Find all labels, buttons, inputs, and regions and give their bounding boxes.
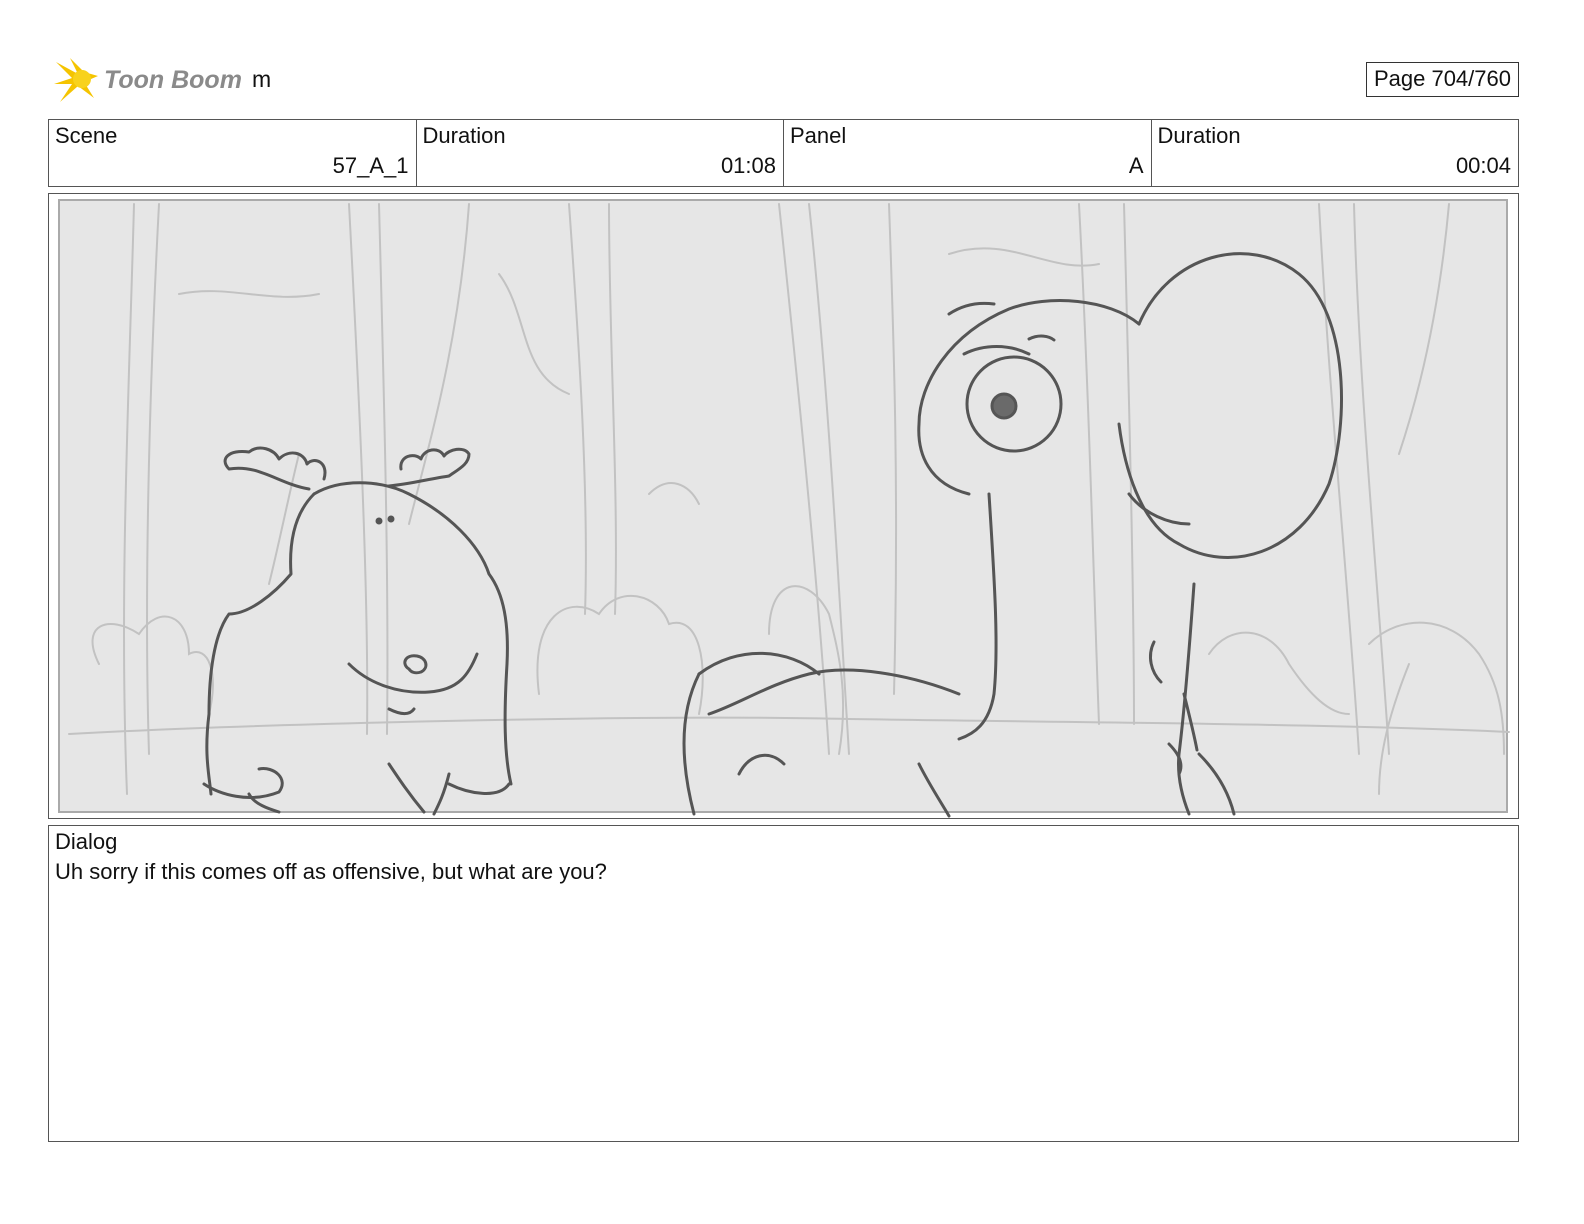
panel-duration-cell: Duration 00:04 (1152, 120, 1519, 186)
panel-duration-label: Duration (1157, 123, 1241, 148)
scene-duration-value: 01:08 (720, 153, 776, 178)
logo-text: Toon Boom (104, 65, 242, 94)
starburst-icon (54, 58, 98, 102)
scene-duration-cell: Duration 01:08 (417, 120, 784, 186)
scene-info-table: Scene 57_A_1 Duration 01:08 Panel A Dura… (48, 119, 1519, 187)
storyboard-panel (48, 193, 1519, 819)
dialog-text: Uh sorry if this comes off as offensive,… (55, 859, 607, 884)
scene-duration-label: Duration (422, 123, 506, 148)
dialog-box: Dialog Uh sorry if this comes off as off… (48, 825, 1519, 1142)
panel-duration-value: 00:04 (1455, 153, 1511, 178)
toon-boom-logo: Toon Boom (52, 54, 242, 106)
panel-sketch-image (58, 199, 1510, 818)
scene-cell: Scene 57_A_1 (49, 120, 417, 186)
scene-value: 57_A_1 (332, 153, 409, 178)
panel-cell: Panel A (784, 120, 1152, 186)
dialog-label: Dialog (55, 829, 118, 854)
panel-label: Panel (790, 123, 847, 148)
scene-label: Scene (55, 123, 118, 148)
panel-value: A (1128, 153, 1144, 178)
page-indicator: Page 704/760 (1365, 62, 1519, 97)
project-name: m (252, 66, 272, 92)
